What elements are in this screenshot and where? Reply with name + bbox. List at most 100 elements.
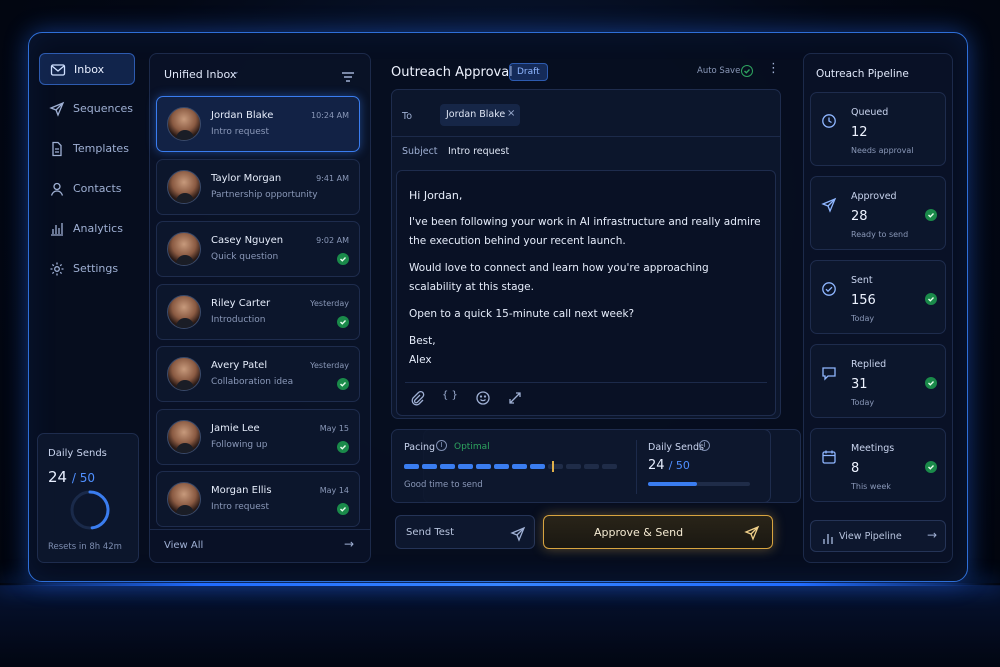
nav-item-analytics[interactable]: Analytics [39, 213, 135, 245]
avatar [167, 482, 201, 516]
stage-check-icon [925, 209, 937, 221]
avatar [167, 107, 201, 141]
app-window: Inbox Sequences Templates Contacts Analy… [28, 32, 968, 582]
inbox-item[interactable]: Morgan Ellis Intro request May 14 [156, 471, 360, 527]
user-icon [49, 181, 65, 197]
message-time: 10:24 AM [311, 111, 349, 120]
filter-icon[interactable] [340, 69, 354, 82]
daily-sends-label: Daily Sends [648, 442, 704, 453]
nav-item-contacts[interactable]: Contacts [39, 173, 135, 205]
recipient-name: Jordan Blake [446, 109, 506, 120]
nav-item-templates[interactable]: Templates [39, 133, 135, 165]
body-greeting: Hi Jordan, [409, 189, 463, 202]
message-time: Yesterday [310, 298, 349, 308]
more-options-icon[interactable]: ⋮ [767, 61, 780, 76]
pacing-label: Pacing [404, 442, 436, 453]
stage-check-icon [925, 461, 937, 473]
pipeline-stage-queued[interactable]: Queued 12 Needs approval [810, 92, 946, 166]
view-all-row[interactable]: View All → [150, 529, 370, 562]
approve-send-button[interactable]: Approve & Send [543, 515, 773, 549]
inbox-item[interactable]: Riley Carter Introduction Yesterday [156, 283, 360, 340]
autosave-check-icon [741, 65, 753, 77]
view-pipeline-label: View Pipeline [839, 531, 902, 542]
body-line: Open to a quick 15-minute call next week… [409, 308, 635, 320]
daily-sends-widget: Daily Sends 24 / 50 Resets in 8h 42m [37, 433, 139, 563]
contact-name: Casey Nguyen [211, 235, 284, 246]
contact-name: Morgan Ellis [211, 485, 272, 496]
body-editor[interactable]: Hi Jordan, I've been following your work… [396, 170, 776, 416]
pipeline-stage-approved[interactable]: Approved 28 Ready to send [810, 176, 946, 250]
body-line: Would love to connect and learn how you'… [409, 262, 709, 274]
pacing-marker [552, 461, 554, 472]
view-pipeline-button[interactable]: View Pipeline → [810, 520, 946, 552]
reflective-floor [0, 585, 1000, 667]
message-time: 9:02 AM [316, 236, 349, 245]
progress-ring [70, 490, 110, 530]
calendar-icon [821, 449, 839, 467]
avatar [167, 419, 201, 454]
emoji-icon[interactable] [475, 390, 490, 405]
stage-sub: Today [851, 398, 875, 407]
daily-sends-bar-fill [648, 482, 697, 486]
stage-sub: Ready to send [851, 230, 909, 239]
message-subject: Quick question [211, 252, 279, 262]
count-total: / 50 [668, 459, 690, 472]
pipeline-panel: Outreach Pipeline Queued 12 Needs approv… [803, 53, 953, 563]
variable-icon[interactable]: { } [442, 390, 458, 401]
view-all-link[interactable]: View All [164, 540, 203, 551]
body-line: scalability at this stage. [409, 281, 534, 293]
daily-sends-bar [648, 482, 750, 486]
stage-label: Sent [851, 275, 873, 286]
remove-recipient-icon[interactable]: × [507, 108, 515, 119]
subject-value[interactable]: Intro request [448, 146, 509, 157]
nav-item-settings[interactable]: Settings [39, 253, 135, 285]
divider [392, 136, 780, 137]
nav-label: Settings [73, 262, 119, 275]
inbox-title[interactable]: Unified Inbox [164, 68, 236, 81]
widget-title: Daily Sends [48, 448, 107, 459]
chevron-down-icon[interactable]: ⌄ [232, 67, 240, 77]
inbox-item[interactable]: Jamie Lee Following up May 15 [156, 408, 360, 465]
stage-label: Meetings [851, 443, 895, 454]
arrow-right-icon[interactable]: → [344, 537, 354, 551]
draft-badge: Draft [509, 63, 548, 81]
ai-rewrite-icon[interactable] [507, 390, 521, 404]
nav-item-sequences[interactable]: Sequences [39, 93, 135, 125]
send-icon [49, 101, 65, 117]
count-value: 24 [48, 468, 68, 486]
stage-sub: This week [851, 482, 891, 491]
body-line: the execution behind your recent launch. [409, 235, 626, 247]
attachment-icon[interactable] [409, 390, 425, 406]
message-time: May 15 [319, 423, 349, 433]
pipeline-stage-meetings[interactable]: Meetings 8 This week [810, 428, 946, 502]
subject-label: Subject [402, 146, 438, 157]
stage-value: 28 [851, 209, 868, 224]
divider [405, 382, 767, 383]
info-icon[interactable]: i [699, 440, 710, 451]
send-icon [821, 197, 839, 215]
stage-value: 156 [851, 293, 876, 308]
compose-title: Outreach Approval [391, 65, 513, 80]
bar-chart-icon [821, 530, 833, 544]
floor-glow [0, 583, 1000, 586]
pacing-segment [404, 464, 419, 469]
clock-icon [821, 113, 839, 131]
recipient-chip[interactable]: Jordan Blake × [440, 104, 520, 126]
pipeline-stage-replied[interactable]: Replied 31 Today [810, 344, 946, 418]
inbox-item[interactable]: Jordan Blake Intro request 10:24 AM [156, 96, 360, 152]
nav-item-inbox[interactable]: Inbox [39, 53, 135, 85]
inbox-item[interactable]: Avery Patel Collaboration idea Yesterday [156, 346, 360, 402]
nav-label: Sequences [73, 102, 133, 115]
info-icon[interactable]: i [436, 440, 447, 451]
inbox-item[interactable]: Casey Nguyen Quick question 9:02 AM [156, 221, 360, 277]
inbox-item[interactable]: Taylor Morgan Partnership opportunity 9:… [156, 158, 360, 215]
pipeline-title: Outreach Pipeline [816, 68, 909, 80]
pacing-segment [602, 464, 617, 469]
chat-icon [821, 365, 839, 383]
approved-check-icon [337, 315, 349, 328]
reset-text: Resets in 8h 42m [48, 542, 122, 552]
send-test-button[interactable]: Send Test [395, 515, 535, 549]
stage-value: 31 [851, 377, 868, 392]
pipeline-stage-sent[interactable]: Sent 156 Today [810, 260, 946, 334]
count-value: 24 [648, 458, 665, 473]
